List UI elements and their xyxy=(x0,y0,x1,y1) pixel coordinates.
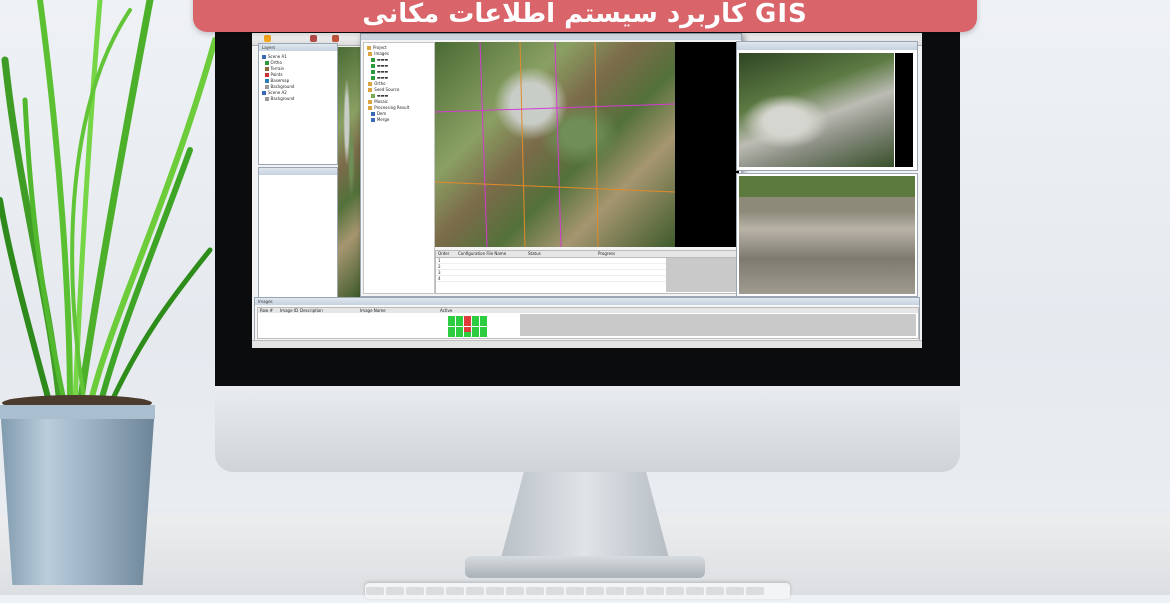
aerial-image-terrain xyxy=(739,176,915,294)
map-strip xyxy=(338,47,360,297)
monitor-chin xyxy=(215,386,960,472)
properties-panel xyxy=(258,167,338,299)
column-header[interactable]: Status xyxy=(528,251,598,257)
table-empty-area xyxy=(666,258,736,292)
right-viewer-bottom xyxy=(736,173,918,297)
column-header[interactable]: Order xyxy=(436,251,458,257)
banner-title: کاربرد سیستم اطلاعات مکانی GIS xyxy=(362,0,808,29)
column-header[interactable]: Image ID xyxy=(280,308,300,313)
ribbon-icon[interactable] xyxy=(332,35,339,42)
monitor-stand-neck xyxy=(500,472,670,562)
mosaic-seamlines xyxy=(435,42,675,247)
plant-leaves xyxy=(0,0,218,409)
ribbon-icon[interactable] xyxy=(264,35,271,42)
monitor-stand-base xyxy=(465,556,705,578)
column-header[interactable]: Progress xyxy=(598,251,658,257)
right-viewer-top xyxy=(736,41,918,171)
layers-panel-title: Layers xyxy=(259,44,337,51)
plant-pot-rim xyxy=(0,405,155,419)
column-header[interactable]: Active xyxy=(440,308,460,313)
tree-item[interactable]: Background xyxy=(262,96,334,102)
aerial-image-quarry xyxy=(739,53,894,167)
layers-panel: Layers Scene A1 Ortho Terrain Points Bas… xyxy=(258,43,338,165)
keyboard xyxy=(365,583,790,599)
images-panel: Images Row # Image ID Description Image … xyxy=(254,297,920,341)
column-header[interactable]: Configuration File Name xyxy=(458,251,528,257)
image-viewer-black-area xyxy=(675,42,739,247)
images-panel-title: Images xyxy=(255,298,919,305)
configuration-table: Order Configuration File Name Status Pro… xyxy=(435,250,739,294)
column-header[interactable]: Description xyxy=(300,308,360,313)
images-table-empty-area xyxy=(520,314,916,336)
title-banner: کاربرد سیستم اطلاعات مکانی GIS xyxy=(193,0,977,32)
ribbon-icon[interactable] xyxy=(310,35,317,42)
column-header[interactable]: Image Name xyxy=(360,308,440,313)
monitor-screen: Layers Scene A1 Ortho Terrain Points Bas… xyxy=(252,33,922,348)
project-window: Project Images ▬▬▬ ▬▬▬ ▬▬▬ ▬▬▬ Ortho See… xyxy=(360,33,742,297)
column-header[interactable]: Row # xyxy=(258,308,280,313)
status-bar xyxy=(252,340,922,348)
status-cells xyxy=(448,315,488,337)
project-tree: Project Images ▬▬▬ ▬▬▬ ▬▬▬ ▬▬▬ Ortho See… xyxy=(363,42,435,294)
plant-pot xyxy=(0,405,155,585)
